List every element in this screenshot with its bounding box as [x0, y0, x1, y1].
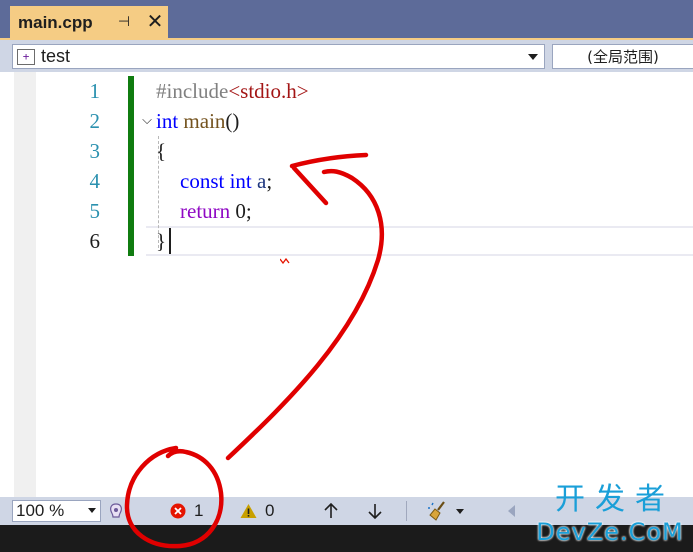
error-squiggle — [280, 258, 290, 264]
code-health-icon[interactable] — [106, 501, 126, 521]
line-number-gutter: 1 2 3 4 5 6 — [36, 76, 101, 256]
punctuation-token: ; — [266, 169, 273, 193]
change-tracking-bar — [128, 76, 134, 256]
error-icon — [170, 503, 186, 519]
chevron-down-icon[interactable] — [456, 509, 464, 514]
status-divider — [406, 501, 407, 521]
code-line-4[interactable]: const int a; — [156, 166, 686, 196]
warning-icon — [240, 504, 257, 518]
code-line-6[interactable]: } — [156, 226, 686, 256]
zoom-dropdown[interactable]: 100 % — [12, 500, 101, 522]
variable-token: a — [257, 169, 267, 193]
indicator-margin[interactable] — [14, 72, 36, 497]
keyword-token: int — [229, 169, 252, 193]
code-line-1[interactable]: #include<stdio.h> — [156, 76, 686, 106]
include-path-token: <stdio.h> — [228, 79, 309, 103]
navigation-bar: + test (全局范围) — [0, 40, 693, 72]
pin-icon[interactable]: ⊣ — [116, 13, 132, 31]
keyword-token: const — [180, 169, 225, 193]
line-number: 2 — [89, 109, 101, 133]
line-number-current: 6 — [89, 229, 101, 253]
warning-count-value: 0 — [265, 501, 275, 520]
tab-title: main.cpp — [18, 13, 93, 32]
code-line-5[interactable]: return 0; — [156, 196, 686, 226]
watermark-domain: DevZe.CoM — [536, 518, 684, 546]
project-dropdown[interactable]: + test — [12, 44, 545, 69]
chevron-down-icon[interactable] — [528, 54, 538, 60]
code-editor[interactable]: 1 2 3 4 5 6 ⌵ #include<stdio.h> int main… — [0, 72, 693, 497]
code-cleanup-icon[interactable] — [427, 500, 449, 522]
keyword-token: int — [156, 109, 179, 133]
close-icon[interactable]: ✕ — [145, 10, 165, 32]
project-icon: + — [17, 48, 35, 65]
code-line-3[interactable]: { — [156, 136, 686, 166]
control-keyword-token: return — [180, 199, 231, 223]
document-tab-strip: main.cpp ⊣ ✕ — [0, 0, 693, 40]
warning-count[interactable]: 0 — [240, 500, 274, 522]
scroll-left-icon[interactable] — [508, 505, 515, 517]
function-token: main — [183, 109, 226, 133]
zoom-level: 100 % — [16, 501, 65, 520]
scope-label: (全局范围) — [587, 48, 659, 66]
arrow-down-icon[interactable] — [366, 501, 384, 521]
line-number: 4 — [89, 169, 101, 193]
watermark-logo: 开发者 DevZe.CoM — [530, 482, 690, 550]
watermark-title: 开发者 — [555, 482, 675, 517]
collapse-icon[interactable]: ⌵ — [140, 114, 154, 128]
scope-dropdown[interactable]: (全局范围) — [552, 44, 693, 69]
brace-token: { — [156, 139, 167, 163]
line-number: 5 — [89, 199, 101, 223]
line-number: 3 — [89, 139, 101, 163]
punctuation-token: () — [225, 109, 240, 133]
literal-token: 0; — [230, 199, 252, 223]
project-name: test — [41, 46, 71, 66]
preprocessor-token: #include — [156, 79, 229, 103]
error-count[interactable]: 1 — [170, 500, 203, 522]
code-text[interactable]: #include<stdio.h> int main() { const int… — [156, 76, 686, 256]
chevron-down-icon[interactable] — [88, 508, 96, 513]
tab-main-cpp[interactable]: main.cpp ⊣ ✕ — [10, 6, 168, 40]
arrow-up-icon[interactable] — [322, 501, 340, 521]
text-caret — [169, 228, 171, 254]
line-number: 1 — [89, 79, 101, 103]
error-count-value: 1 — [194, 501, 204, 520]
brace-token: } — [156, 229, 167, 253]
code-line-2[interactable]: int main() — [156, 106, 686, 136]
